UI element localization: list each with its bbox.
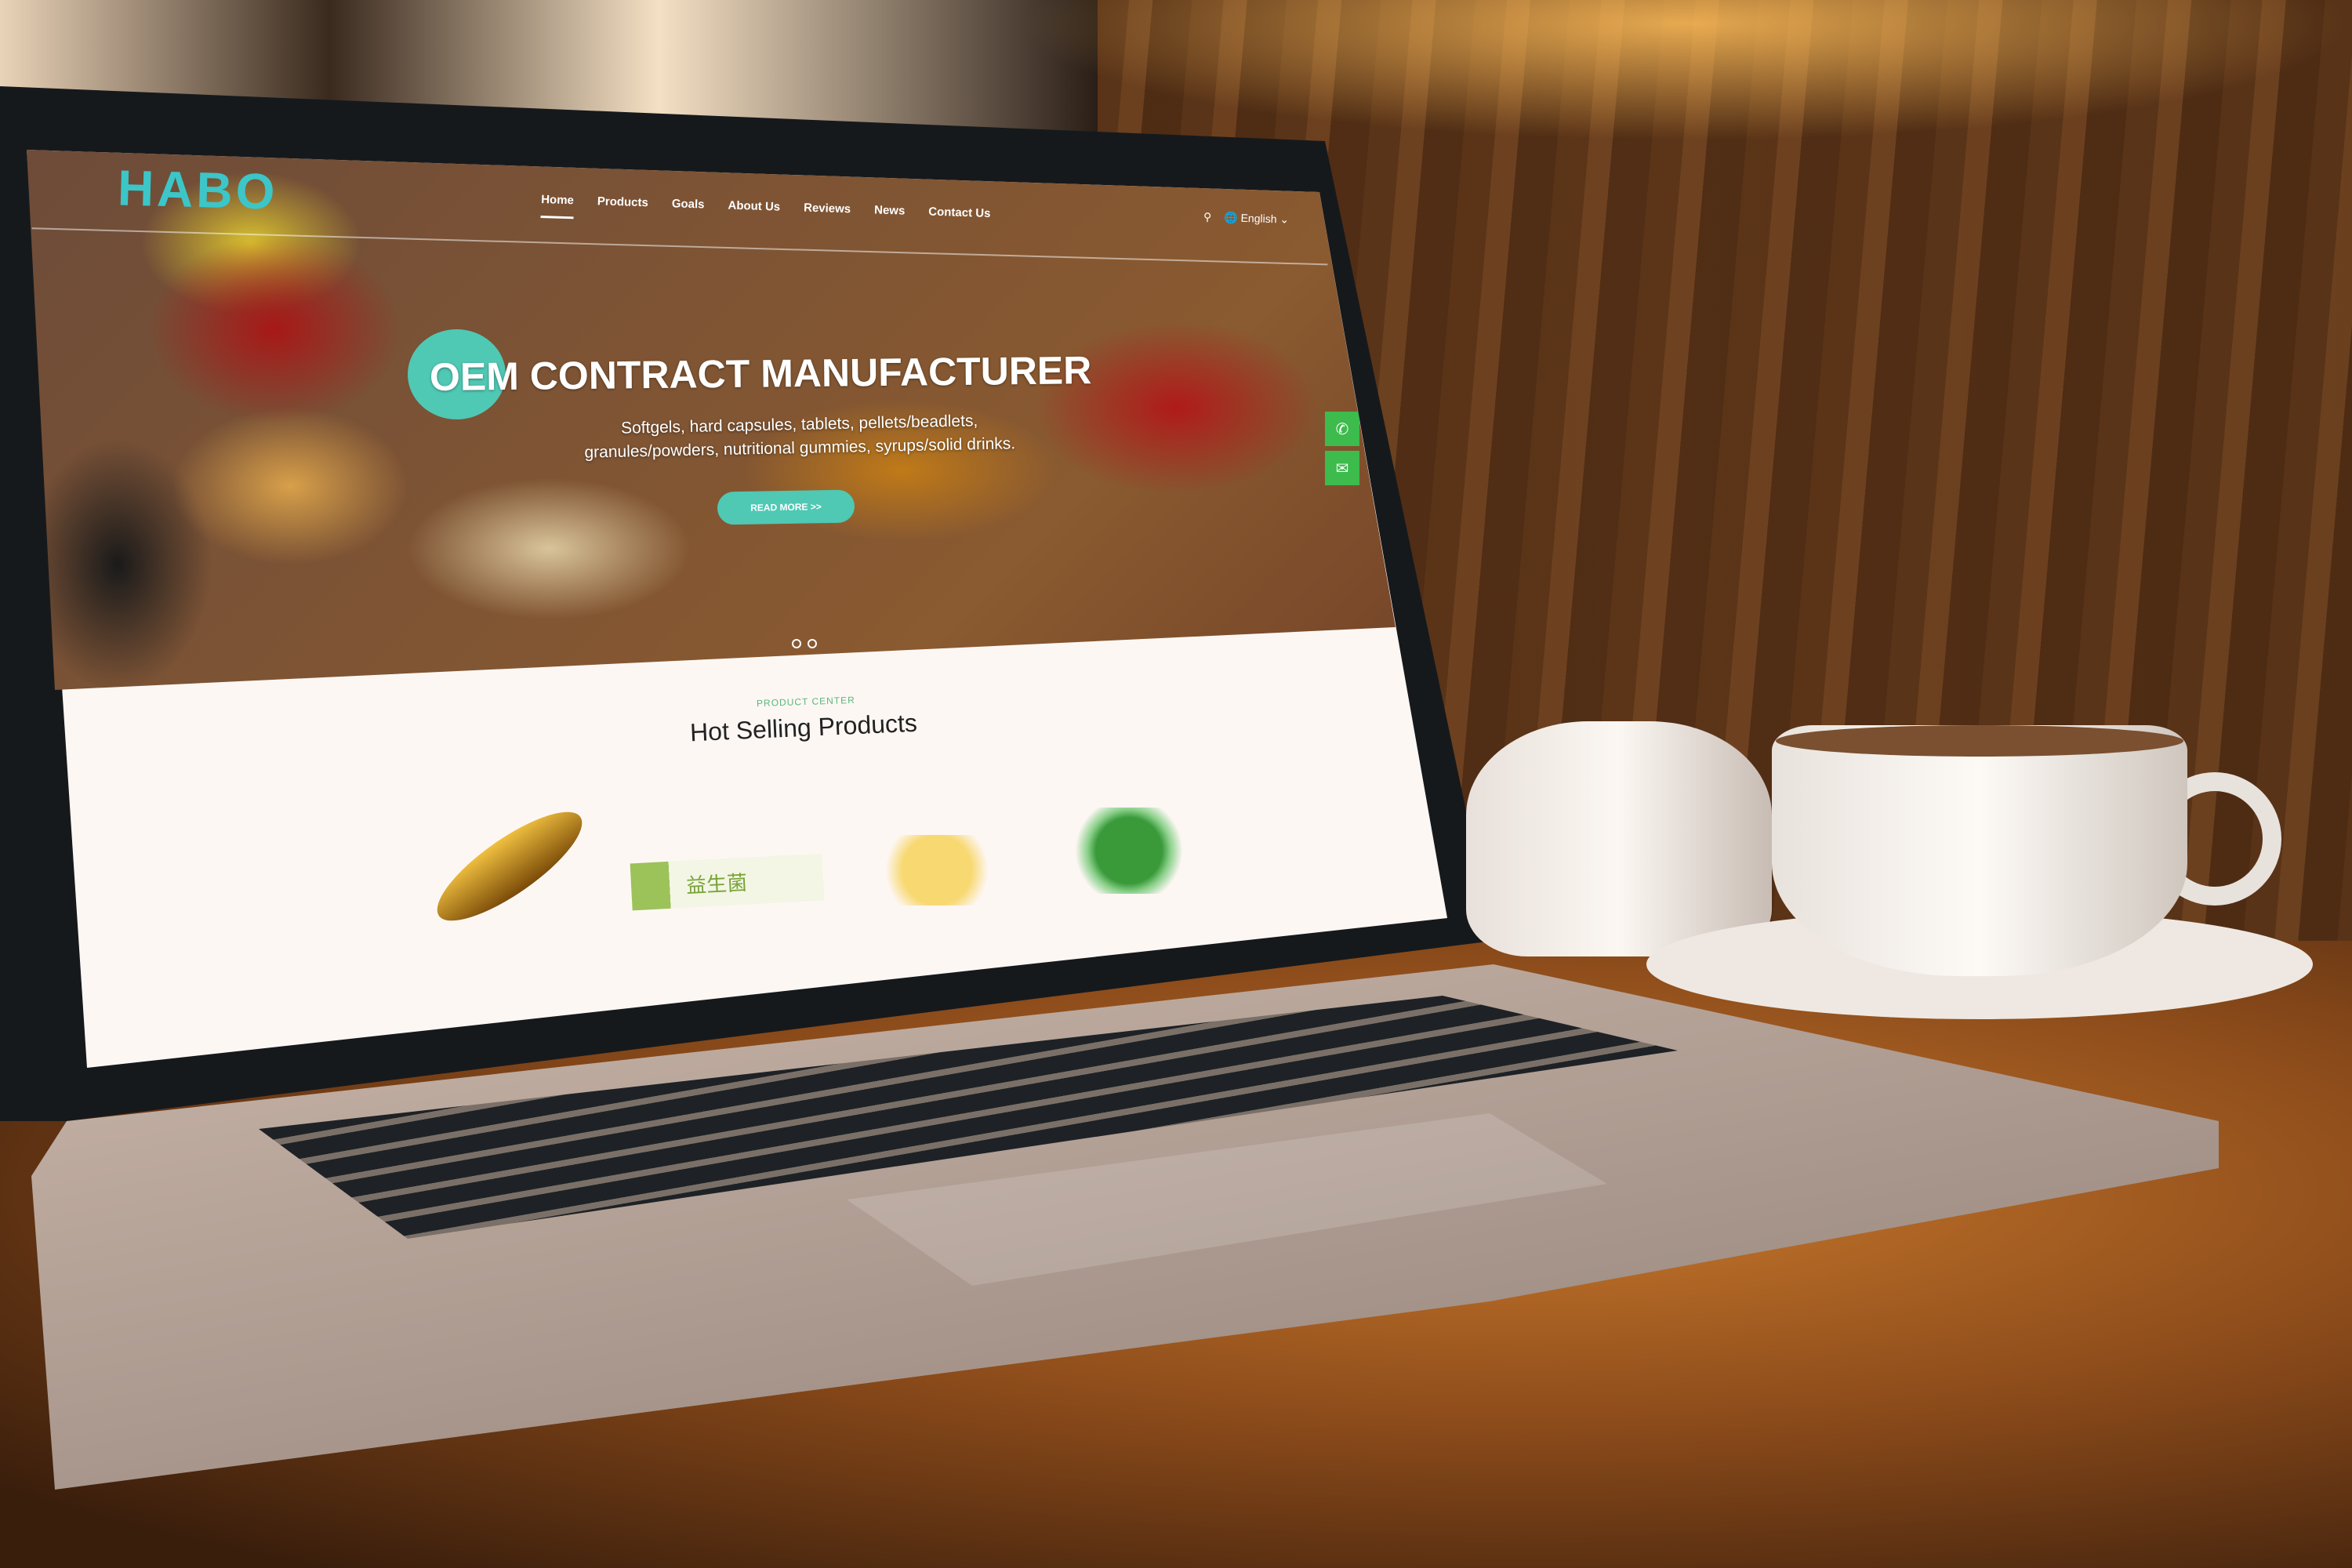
slider-dots — [792, 639, 817, 648]
hero-subtitle: Softgels, hard capsules, tablets, pellet… — [524, 408, 1074, 466]
globe-icon: 🌐 — [1224, 211, 1238, 224]
nav-about-us[interactable]: About Us — [728, 198, 780, 225]
phone-icon[interactable]: ✆ — [1325, 412, 1359, 446]
coffee — [1776, 725, 2183, 757]
slider-dot[interactable] — [808, 639, 817, 648]
main-nav: Home Products Goals About Us Reviews New… — [540, 193, 991, 232]
product-probiotic-stick[interactable]: 益生菌 — [630, 853, 825, 911]
language-label: English — [1240, 211, 1277, 226]
nav-home[interactable]: Home — [540, 193, 575, 220]
product-label: 益生菌 — [685, 870, 748, 898]
section-heading: Hot Selling Products — [689, 708, 918, 747]
read-more-button[interactable]: READ MORE >> — [717, 489, 855, 525]
chevron-down-icon: ⌄ — [1279, 212, 1290, 226]
nav-contact-us[interactable]: Contact Us — [928, 205, 991, 232]
nav-news[interactable]: News — [873, 203, 906, 229]
nav-divider — [27, 227, 1328, 266]
header-tools: ⚲ 🌐 English ⌄ — [1203, 210, 1290, 226]
nav-goals[interactable]: Goals — [671, 197, 705, 223]
slider-dot[interactable] — [792, 639, 801, 648]
product-yellow-capsules[interactable] — [858, 835, 1015, 906]
hero-title: OEM CONTRACT MANUFACTURER — [429, 348, 1092, 399]
language-selector[interactable]: 🌐 English ⌄ — [1224, 211, 1289, 227]
sugar-bowl — [1466, 721, 1772, 956]
mail-icon[interactable]: ✉ — [1325, 451, 1359, 485]
nav-reviews[interactable]: Reviews — [803, 201, 851, 228]
coffee-cup — [1772, 725, 2187, 976]
nav-products[interactable]: Products — [597, 194, 649, 221]
search-icon[interactable]: ⚲ — [1203, 210, 1212, 223]
product-green-capsules[interactable] — [1058, 808, 1200, 894]
section-eyebrow: PRODUCT CENTER — [756, 694, 856, 710]
logo[interactable]: HABO — [117, 158, 278, 220]
product-softgel[interactable] — [423, 794, 597, 938]
